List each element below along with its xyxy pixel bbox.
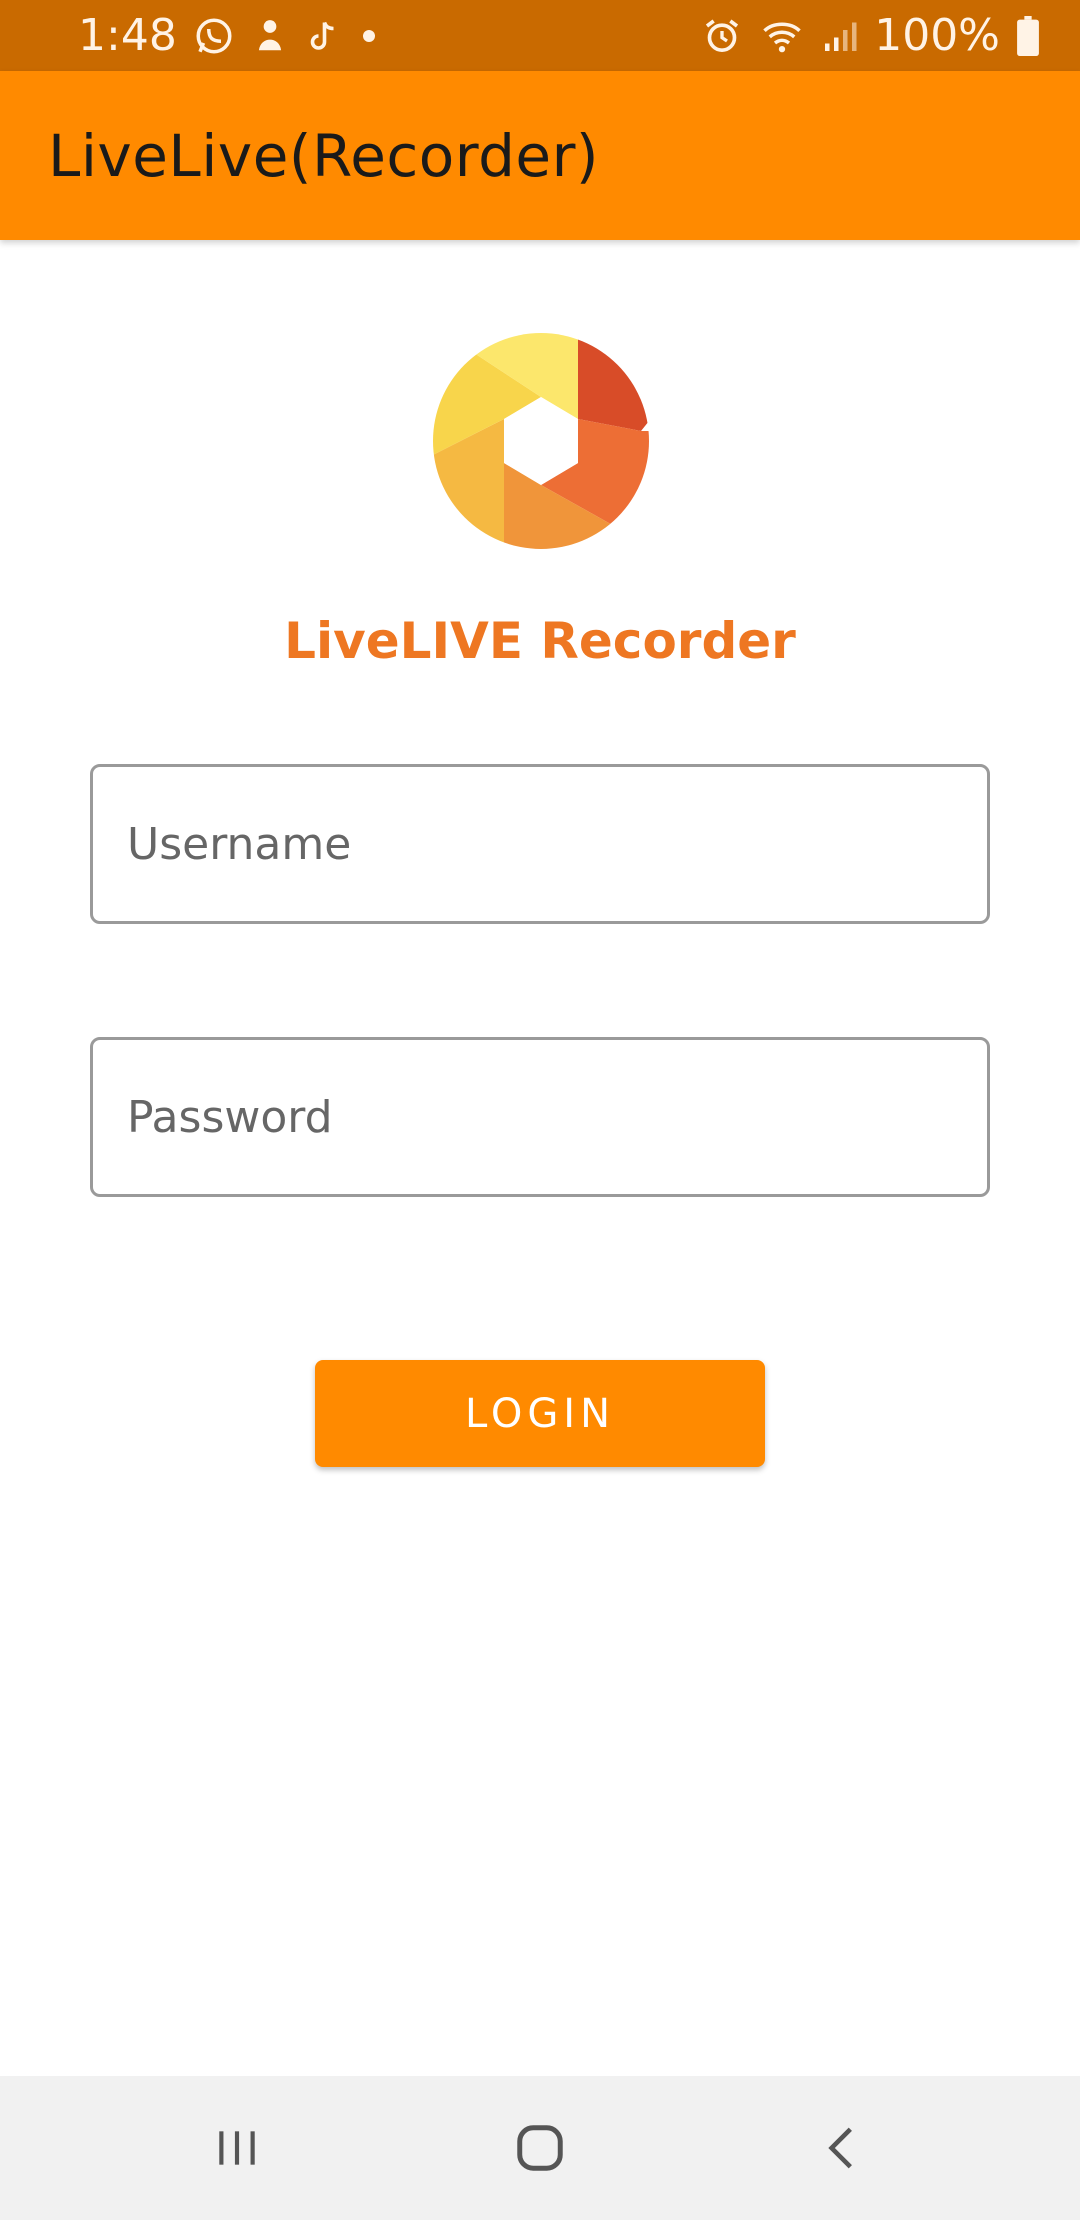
battery-percent: 100% [874, 10, 1000, 61]
status-time: 1:48 [78, 10, 177, 61]
alarm-icon [702, 15, 742, 57]
app-title: LiveLive(Recorder) [48, 121, 600, 190]
dot-icon [357, 24, 381, 48]
status-left: 1:48 [78, 10, 381, 61]
app-bar: LiveLive(Recorder) [0, 71, 1080, 240]
whatsapp-icon [193, 15, 235, 57]
aperture-logo-icon [430, 330, 652, 552]
brand-name: LiveLIVE Recorder [284, 612, 796, 670]
wifi-icon [758, 15, 806, 57]
login-button[interactable]: LOGIN [315, 1360, 765, 1467]
password-input[interactable] [90, 1037, 990, 1197]
signal-icon [822, 16, 858, 56]
recent-apps-icon[interactable] [182, 2096, 292, 2200]
notification-app-icon [251, 15, 289, 57]
home-icon[interactable] [485, 2096, 595, 2200]
navigation-bar [0, 2076, 1080, 2220]
back-icon[interactable] [787, 2096, 897, 2200]
status-right: 100% [702, 10, 1040, 61]
battery-icon [1016, 15, 1040, 56]
status-bar: 1:48 100% [0, 0, 1080, 71]
tiktok-icon [305, 15, 341, 57]
username-input[interactable] [90, 764, 990, 924]
login-screen: 1:48 100% LiveLive(Recorder) LiveLIVE Re… [0, 0, 1080, 2220]
